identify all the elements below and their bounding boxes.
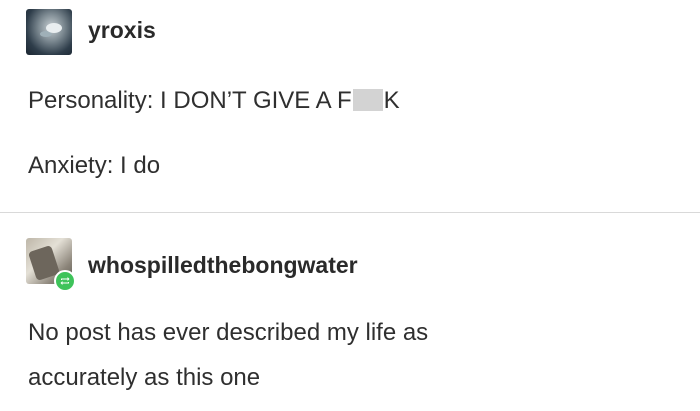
personality-text-end: K [383, 87, 400, 114]
username-yroxis[interactable]: yroxis [88, 17, 156, 44]
reblog-icon [54, 270, 76, 292]
post-text-personality: Personality: I DON’T GIVE A F K [28, 87, 400, 115]
avatar-detail [46, 23, 62, 33]
post-text-line: No post has ever described my life as [28, 319, 429, 346]
personality-text: Personality: I DON’T GIVE A F [28, 87, 352, 114]
censor-block [352, 89, 383, 111]
post-text-anxiety: Anxiety: I do [28, 152, 161, 179]
username-whospilledthebongwater[interactable]: whospilledthebongwater [88, 252, 358, 279]
post-text-line: accurately as this one [28, 364, 261, 391]
user-avatar-icon[interactable] [26, 9, 72, 55]
